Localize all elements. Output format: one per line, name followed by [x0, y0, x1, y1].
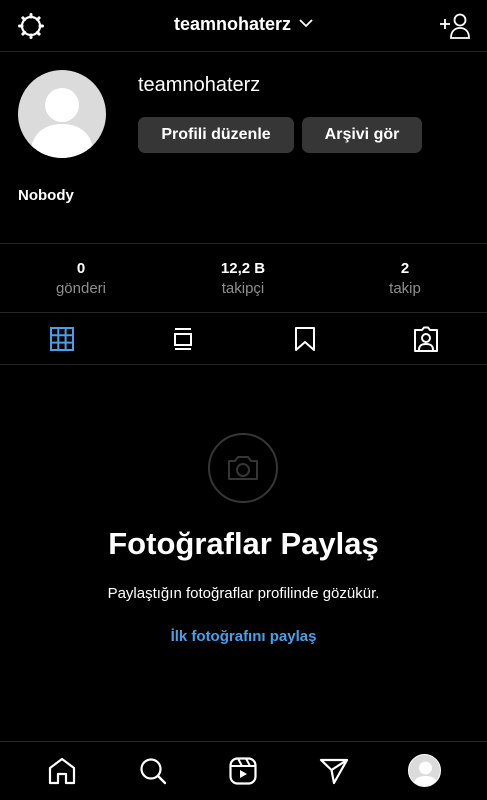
edit-profile-button[interactable]: Profili düzenle: [138, 117, 294, 153]
stat-value: 0: [76, 260, 86, 277]
profile-avatar[interactable]: [18, 70, 106, 158]
stat-following[interactable]: 2 takip: [325, 260, 485, 297]
chevron-down-icon: [299, 19, 313, 28]
direct-send-icon[interactable]: [319, 756, 349, 786]
stat-label: takipçi: [221, 280, 265, 297]
share-first-photo-link[interactable]: İlk fotoğrafını paylaş: [0, 628, 487, 645]
stat-followers[interactable]: 12,2 B takipçi: [163, 260, 323, 297]
top-bar: teamnohaterz: [0, 0, 487, 52]
bio-name: Nobody: [18, 187, 74, 204]
view-archive-button[interactable]: Arşivi gör: [302, 117, 422, 153]
empty-state-title: Fotoğraflar Paylaş: [108, 526, 379, 561]
empty-state-subtitle: Paylaştığın fotoğraflar profilinde gözük…: [107, 585, 380, 602]
profile-avatar-nav[interactable]: [408, 754, 441, 787]
stat-value: 2: [400, 260, 410, 277]
profile-name: teamnohaterz: [138, 74, 261, 96]
header-username: teamnohaterz: [173, 14, 292, 34]
content-tabs: [0, 313, 487, 365]
stat-posts[interactable]: 0 gönderi: [1, 260, 161, 297]
camera-icon: [208, 433, 278, 503]
search-icon[interactable]: [138, 756, 168, 786]
default-avatar-icon: [30, 88, 94, 158]
stat-value: 12,2 B: [220, 260, 266, 277]
reels-icon[interactable]: [228, 756, 258, 786]
account-switcher[interactable]: teamnohaterz: [0, 14, 487, 35]
tagged-icon[interactable]: [413, 326, 439, 352]
default-avatar-icon: [413, 761, 438, 786]
stat-label: takip: [389, 280, 421, 297]
grid-icon[interactable]: [49, 326, 75, 352]
bookmark-icon[interactable]: [292, 326, 318, 352]
add-user-icon[interactable]: [439, 12, 473, 40]
profile-stats: 0 gönderi 12,2 B takipçi 2 takip: [0, 243, 487, 313]
reels-feed-icon[interactable]: [170, 326, 196, 352]
stat-label: gönderi: [55, 280, 107, 297]
bottom-nav: [0, 741, 487, 800]
home-icon[interactable]: [47, 756, 77, 786]
